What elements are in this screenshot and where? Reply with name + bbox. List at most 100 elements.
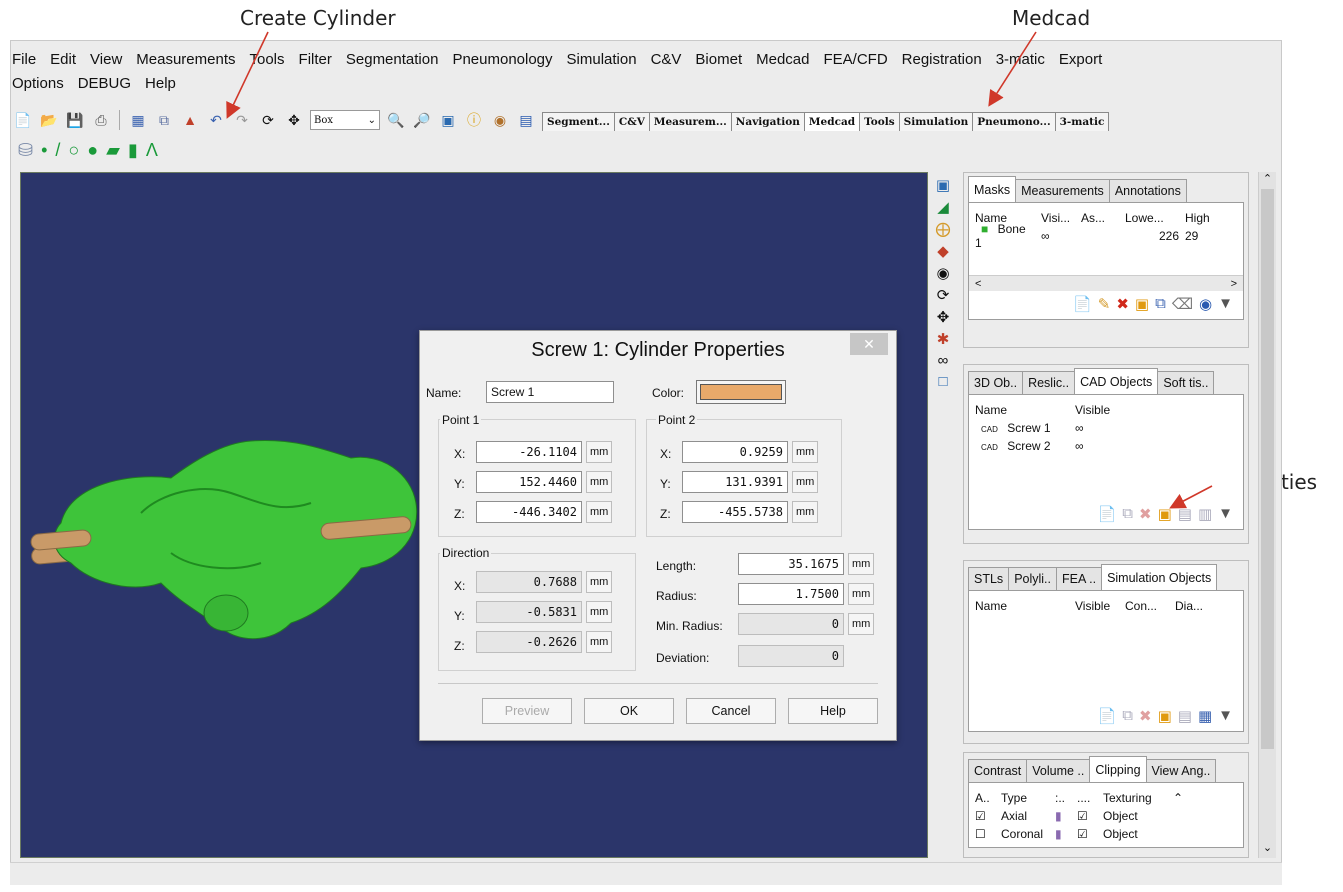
- unchecked-checkbox[interactable]: ☐: [969, 827, 995, 841]
- menu-item-3-matic[interactable]: 3-matic: [996, 48, 1045, 72]
- length-field[interactable]: 35.1675: [738, 553, 844, 575]
- zoom-out-icon[interactable]: 🔎: [412, 110, 432, 130]
- glasses-icon[interactable]: ∞: [938, 352, 949, 369]
- preview-button[interactable]: Preview: [482, 698, 572, 724]
- menu-item-tools[interactable]: Tools: [250, 48, 285, 72]
- new-file-icon[interactable]: 📄: [13, 110, 33, 130]
- toolbar-tab[interactable]: Tools: [859, 112, 900, 131]
- mask-3d-icon[interactable]: ◉: [1199, 295, 1212, 313]
- object-properties-icon[interactable]: ▣: [1158, 505, 1172, 523]
- table-row[interactable]: CAD Screw 1 ∞: [969, 419, 1243, 437]
- plane-icon[interactable]: ▰: [106, 140, 120, 161]
- more-options-icon[interactable]: ▼: [1218, 295, 1233, 313]
- menu-item-edit[interactable]: Edit: [50, 48, 76, 72]
- point1-x-field[interactable]: -26.1104: [476, 441, 582, 463]
- menu-item-measurements[interactable]: Measurements: [136, 48, 235, 72]
- toolbar-tab[interactable]: C&V: [613, 112, 650, 131]
- circle-icon[interactable]: ○: [68, 140, 79, 161]
- open-folder-icon[interactable]: 📂: [39, 110, 59, 130]
- grid-icon[interactable]: ▦: [128, 110, 148, 130]
- rotate-view-icon[interactable]: ⟳: [937, 286, 950, 304]
- panel-tab[interactable]: Contrast: [968, 759, 1028, 782]
- pan-icon[interactable]: ✥: [284, 110, 304, 130]
- info-icon[interactable]: ⓘ: [464, 110, 484, 130]
- point2-z-field[interactable]: -455.5738: [682, 501, 788, 523]
- ok-button[interactable]: OK: [584, 698, 674, 724]
- view-3d-icon[interactable]: ⨁: [936, 220, 951, 238]
- menu-item-fea-cfd[interactable]: FEA/CFD: [823, 48, 887, 72]
- scroll-up-icon[interactable]: ⌃: [1259, 172, 1276, 185]
- view-side-icon[interactable]: ◢: [937, 198, 949, 216]
- rotate-icon[interactable]: ⟳: [258, 110, 278, 130]
- copy-simulation-icon[interactable]: ⧉: [1122, 707, 1133, 725]
- list-icon[interactable]: ▤: [516, 110, 536, 130]
- toolbar-tab[interactable]: Segment...: [542, 112, 615, 131]
- layer-icon[interactable]: ⛁: [18, 140, 33, 161]
- table-row[interactable]: CAD Screw 2 ∞: [969, 437, 1243, 455]
- point-icon[interactable]: •: [41, 140, 47, 161]
- simulation-properties-icon[interactable]: ▣: [1158, 707, 1172, 725]
- undo-icon[interactable]: ↶: [206, 110, 226, 130]
- delete-object-icon[interactable]: ✖: [1139, 505, 1152, 523]
- menu-item-biomet[interactable]: Biomet: [695, 48, 742, 72]
- more-options-icon[interactable]: ▼: [1218, 505, 1233, 523]
- menu-item-medcad[interactable]: Medcad: [756, 48, 809, 72]
- close-icon[interactable]: ✕: [850, 333, 888, 355]
- menu-item-simulation[interactable]: Simulation: [567, 48, 637, 72]
- globe-icon[interactable]: ◉: [490, 110, 510, 130]
- edit-mask-icon[interactable]: ✎: [1098, 295, 1111, 313]
- panel-tab[interactable]: Measurements: [1015, 179, 1110, 202]
- eye-icon[interactable]: ◉: [936, 264, 949, 282]
- table-row[interactable]: ☑ Axial ▮ ☑ Object: [969, 807, 1243, 825]
- menu-item-segmentation[interactable]: Segmentation: [346, 48, 439, 72]
- point1-z-field[interactable]: -446.3402: [476, 501, 582, 523]
- import-object-icon[interactable]: ▥: [1198, 505, 1212, 523]
- panel-tab[interactable]: CAD Objects: [1074, 368, 1159, 394]
- export-object-icon[interactable]: ▤: [1178, 505, 1192, 523]
- toolbar-tab[interactable]: Navigation: [730, 112, 805, 131]
- checked-checkbox[interactable]: ☑: [1071, 827, 1097, 841]
- toolbar-tab[interactable]: 3-matic: [1054, 112, 1110, 131]
- panel-tab[interactable]: Annotations: [1108, 179, 1187, 202]
- toolbar-tab[interactable]: Measurem...: [648, 112, 732, 131]
- menu-item-pneumonology[interactable]: Pneumonology: [452, 48, 552, 72]
- visible-glasses-icon[interactable]: ∞: [1035, 229, 1075, 243]
- scroll-up-icon[interactable]: ⌃: [1167, 791, 1183, 805]
- cylinder-icon[interactable]: ▮: [128, 140, 138, 161]
- export-simulation-icon[interactable]: ▤: [1178, 707, 1192, 725]
- menu-item-help[interactable]: Help: [145, 72, 176, 96]
- point1-y-field[interactable]: 152.4460: [476, 471, 582, 493]
- panel-tab[interactable]: Polyli..: [1008, 567, 1058, 590]
- zoom-in-icon[interactable]: 🔍: [386, 110, 406, 130]
- cancel-button[interactable]: Cancel: [686, 698, 776, 724]
- panel-tab[interactable]: Masks: [968, 176, 1017, 202]
- menu-item-debug[interactable]: DEBUG: [78, 72, 131, 96]
- new-mask-icon[interactable]: 📄: [1073, 295, 1092, 313]
- new-object-icon[interactable]: 📄: [1098, 505, 1117, 523]
- table-row[interactable]: ☐ Coronal ▮ ☑ Object: [969, 825, 1243, 843]
- panel-tab[interactable]: STLs: [968, 567, 1010, 590]
- panel-tab[interactable]: Soft tis..: [1157, 371, 1215, 394]
- checked-checkbox[interactable]: ☑: [1071, 809, 1097, 823]
- print-icon[interactable]: ⎙: [91, 110, 111, 130]
- menu-item-view[interactable]: View: [90, 48, 122, 72]
- table-row[interactable]: ■ Bone 1 ∞ 226 29: [969, 222, 1243, 250]
- scroll-right-icon[interactable]: >: [1231, 278, 1237, 290]
- toolbar-tab[interactable]: Medcad: [803, 112, 861, 131]
- delete-simulation-icon[interactable]: ✖: [1139, 707, 1152, 725]
- zoom-fit-icon[interactable]: ▣: [438, 110, 458, 130]
- scroll-left-icon[interactable]: <: [975, 278, 981, 290]
- color-picker[interactable]: [696, 380, 786, 404]
- menu-item-filter[interactable]: Filter: [299, 48, 332, 72]
- scroll-down-icon[interactable]: ⌄: [1259, 841, 1276, 854]
- create-cylinder-icon[interactable]: ▲: [180, 110, 200, 130]
- selection-mode-select[interactable]: Box ⌄: [310, 110, 380, 130]
- panel-tab[interactable]: Simulation Objects: [1101, 564, 1218, 590]
- sphere-icon[interactable]: ●: [87, 140, 98, 161]
- panel-tab[interactable]: Clipping: [1089, 756, 1147, 782]
- help-button[interactable]: Help: [788, 698, 878, 724]
- name-field[interactable]: Screw 1: [486, 381, 614, 403]
- horizontal-scrollbar[interactable]: < >: [969, 275, 1243, 291]
- point2-x-field[interactable]: 0.9259: [682, 441, 788, 463]
- menu-item-options[interactable]: Options: [12, 72, 64, 96]
